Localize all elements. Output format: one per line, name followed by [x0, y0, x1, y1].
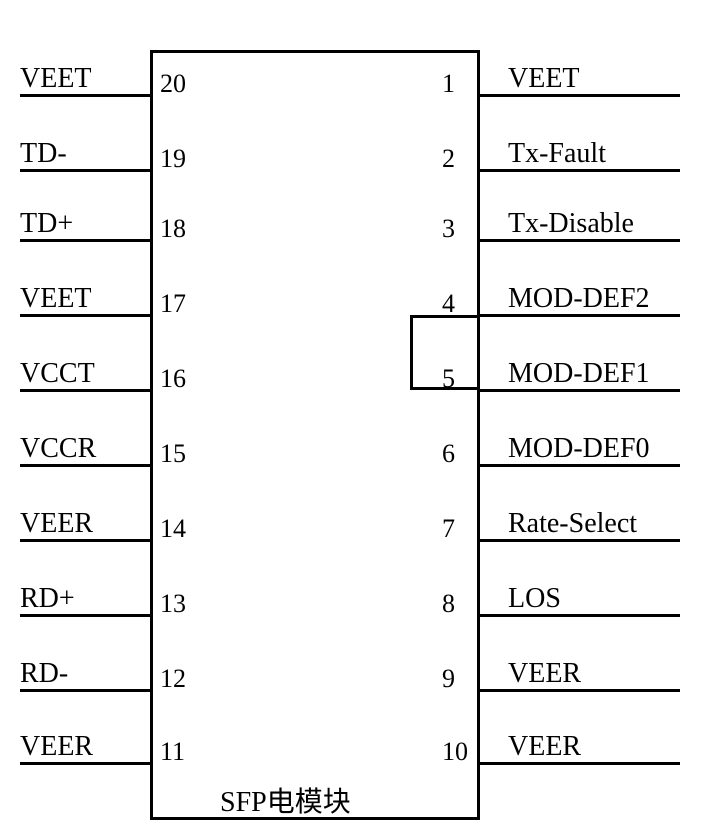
pin-right-4: MOD-DEF2: [450, 285, 698, 317]
pin-wire: [20, 614, 150, 617]
pin-num: 19: [160, 144, 186, 174]
pin-label: VCCR: [20, 435, 96, 463]
pin-left-17: VEET: [20, 285, 180, 317]
pin-wire: [20, 389, 150, 392]
pin-num: 15: [160, 439, 186, 469]
pin-label: MOD-DEF1: [508, 360, 650, 388]
pin-left-11: VEER: [20, 733, 180, 765]
pin-label: VEER: [20, 510, 93, 538]
pin-wire: [480, 169, 680, 172]
pin-wire: [20, 689, 150, 692]
pin-wire: [20, 539, 150, 542]
pin-num: 11: [160, 737, 185, 767]
pin-wire: [480, 614, 680, 617]
pin-num: 16: [160, 364, 186, 394]
pin-wire: [20, 464, 150, 467]
pin-num: 9: [442, 664, 455, 694]
pin-num: 7: [442, 514, 455, 544]
module-label: SFP电模块: [220, 780, 351, 820]
pin-label: VEET: [20, 65, 92, 93]
pin-wire: [480, 239, 680, 242]
pin-num: 3: [442, 214, 455, 244]
pin-left-20: VEET: [20, 65, 180, 97]
pin-label: RD-: [20, 660, 68, 688]
pin-num: 2: [442, 144, 455, 174]
pin-wire: [480, 94, 680, 97]
pin-right-10: VEER: [450, 733, 698, 765]
pin-label: Tx-Fault: [508, 140, 606, 168]
pin-label: TD-: [20, 140, 67, 168]
pin-right-6: MOD-DEF0: [450, 435, 698, 467]
pin-label: Rate-Select: [508, 510, 637, 538]
pin-num: 14: [160, 514, 186, 544]
pin-wire: [20, 762, 150, 765]
pin-label: RD+: [20, 585, 75, 613]
pin-left-14: VEER: [20, 510, 180, 542]
pin-num: 12: [160, 664, 186, 694]
pin-left-15: VCCR: [20, 435, 180, 467]
pin-wire: [20, 169, 150, 172]
pin-num: 8: [442, 589, 455, 619]
pin-num: 18: [160, 214, 186, 244]
pin-right-9: VEER: [450, 660, 698, 692]
pin-right-1: VEET: [450, 65, 698, 97]
pin-bridge-4-5: [410, 315, 480, 390]
pin-wire: [480, 689, 680, 692]
pin-wire: [20, 94, 150, 97]
pin-label: LOS: [508, 585, 561, 613]
chip-body: [150, 50, 480, 820]
pin-label: VEER: [508, 733, 581, 761]
pin-wire: [480, 539, 680, 542]
pin-num: 13: [160, 589, 186, 619]
pin-label: MOD-DEF2: [508, 285, 650, 313]
pin-label: VCCT: [20, 360, 95, 388]
pin-left-12: RD-: [20, 660, 180, 692]
pin-wire: [480, 314, 680, 317]
pin-left-16: VCCT: [20, 360, 180, 392]
pin-label: Tx-Disable: [508, 210, 634, 238]
pin-right-7: Rate-Select: [450, 510, 698, 542]
pin-num: 10: [442, 737, 468, 767]
pin-num: 1: [442, 69, 455, 99]
pin-right-3: Tx-Disable: [450, 210, 698, 242]
pin-left-13: RD+: [20, 585, 180, 617]
pin-wire: [480, 464, 680, 467]
pin-num: 17: [160, 289, 186, 319]
pin-label: MOD-DEF0: [508, 435, 650, 463]
pin-wire: [20, 239, 150, 242]
pin-right-8: LOS: [450, 585, 698, 617]
pin-num: 6: [442, 439, 455, 469]
pin-label: VEET: [508, 65, 580, 93]
pin-right-5: MOD-DEF1: [450, 360, 698, 392]
pin-right-2: Tx-Fault: [450, 140, 698, 172]
pin-label: VEER: [508, 660, 581, 688]
pin-label: VEER: [20, 733, 93, 761]
pin-wire: [480, 762, 680, 765]
pin-wire: [20, 314, 150, 317]
pin-label: VEET: [20, 285, 92, 313]
pin-wire: [480, 389, 680, 392]
pin-label: TD+: [20, 210, 73, 238]
pin-num: 20: [160, 69, 186, 99]
pin-left-19: TD-: [20, 140, 180, 172]
pin-left-18: TD+: [20, 210, 180, 242]
